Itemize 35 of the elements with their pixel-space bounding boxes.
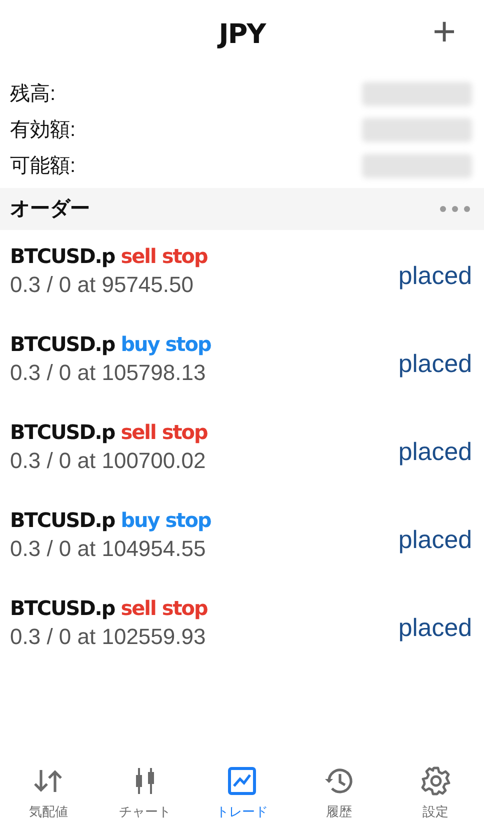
order-status: placed xyxy=(398,525,472,556)
tab-bar-item[interactable]: トレード xyxy=(194,756,290,828)
account-label: 残高: xyxy=(10,82,56,107)
order-symbol: BTCUSD.p xyxy=(10,244,115,268)
order-status: placed xyxy=(398,437,472,468)
order-detail: 0.3 / 0 at 104954.55 xyxy=(10,535,207,563)
tab-bar-item[interactable]: 設定 xyxy=(387,756,484,828)
order-symbol: BTCUSD.p xyxy=(10,420,115,444)
account-label: 有効額: xyxy=(10,118,76,143)
order-status: placed xyxy=(398,349,472,380)
add-button[interactable]: + xyxy=(428,12,460,52)
history-icon xyxy=(324,766,354,796)
order-type: sell stop xyxy=(120,420,208,444)
more-icon[interactable] xyxy=(440,206,470,212)
line-chart-icon xyxy=(226,766,257,796)
order-type: sell stop xyxy=(120,596,208,620)
section-title: オーダー xyxy=(10,197,90,222)
order-symbol: BTCUSD.p xyxy=(10,508,115,532)
tab-bar-item[interactable]: 履歴 xyxy=(290,756,388,828)
order-type: sell stop xyxy=(120,244,208,268)
tab-bar-item[interactable]: チャート xyxy=(96,756,194,828)
order-symbol: BTCUSD.p xyxy=(10,596,115,620)
order-detail: 0.3 / 0 at 100700.02 xyxy=(10,447,207,475)
tab-bar-item[interactable]: 気配値 xyxy=(0,756,97,828)
order-detail: 0.3 / 0 at 95745.50 xyxy=(10,271,194,299)
account-label: 可能額: xyxy=(10,154,76,179)
order-detail: 0.3 / 0 at 105798.13 xyxy=(10,359,207,387)
screen-title: JPY xyxy=(218,18,266,52)
order-status: placed xyxy=(398,261,472,292)
order-type: buy stop xyxy=(120,508,211,532)
order-symbol: BTCUSD.p xyxy=(10,332,115,356)
order-detail: 0.3 / 0 at 102559.93 xyxy=(10,623,207,651)
order-type: buy stop xyxy=(120,332,211,356)
order-status: placed xyxy=(398,613,472,644)
settings-icon xyxy=(420,766,451,796)
